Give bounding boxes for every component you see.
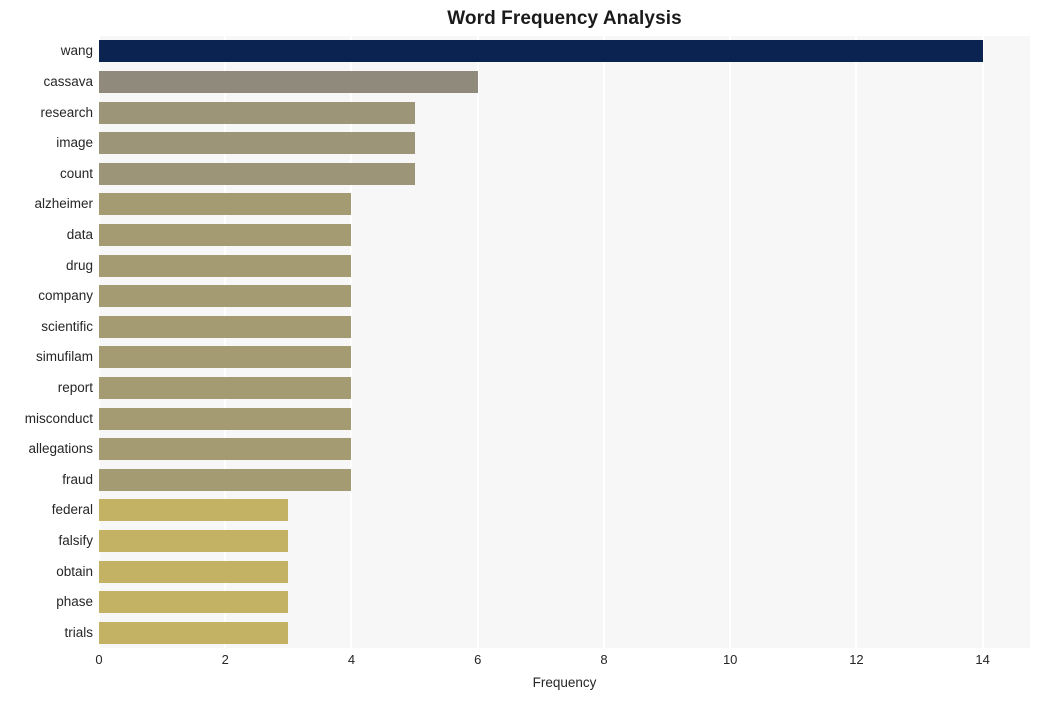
bar-row	[99, 315, 1030, 338]
bar-data	[99, 223, 352, 246]
bar-row	[99, 101, 1030, 124]
y-tick-label-report: report	[57, 379, 93, 395]
bar-fraud	[99, 468, 352, 491]
bar-wang	[99, 40, 983, 63]
bar-row	[99, 407, 1030, 430]
bar-row	[99, 346, 1030, 369]
y-tick-label-data: data	[66, 226, 93, 242]
x-tick-label-0: 0	[95, 652, 103, 667]
x-tick-label-12: 12	[849, 652, 864, 667]
bar-row	[99, 529, 1030, 552]
bar-allegations	[99, 438, 352, 461]
bar-row	[99, 438, 1030, 461]
x-axis: 0 2 4 6 8 10 12 14	[0, 652, 1039, 672]
x-tick-label-4: 4	[347, 652, 356, 667]
y-tick-label-obtain: obtain	[56, 563, 93, 579]
y-tick-label-allegations: allegations	[28, 441, 93, 457]
bar-row	[99, 621, 1030, 644]
bar-federal	[99, 499, 289, 522]
y-axis: wang cassava research image count alzheimer da…	[0, 36, 93, 648]
bar-image	[99, 132, 415, 155]
gridline-x-0	[99, 36, 100, 648]
bar-row	[99, 376, 1030, 399]
plot-area	[99, 36, 1030, 648]
bar-drug	[99, 254, 352, 277]
bar-trials	[99, 621, 289, 644]
bar-company	[99, 285, 352, 308]
bar-report	[99, 376, 352, 399]
bar-count	[99, 162, 415, 185]
y-tick-label-trials: trials	[64, 624, 93, 640]
gridline-x-8	[602, 36, 605, 648]
gridline-x-2	[224, 36, 227, 648]
bar-row	[99, 193, 1030, 216]
y-tick-label-phase: phase	[56, 594, 93, 610]
bar-alzheimer	[99, 193, 352, 216]
y-tick-label-image: image	[56, 135, 93, 151]
chart-figure: Word Frequency Analysis wang cassava resea…	[0, 0, 1039, 701]
x-tick-label-10: 10	[722, 652, 738, 667]
y-tick-label-count: count	[59, 165, 93, 181]
bar-row	[99, 285, 1030, 308]
y-tick-label-company: company	[38, 288, 93, 304]
bar-row	[99, 254, 1030, 277]
y-tick-label-research: research	[40, 104, 93, 120]
y-tick-label-cassava: cassava	[43, 73, 93, 89]
y-tick-label-fraud: fraud	[62, 471, 93, 487]
bar-cassava	[99, 70, 478, 93]
bar-falsify	[99, 529, 289, 552]
x-tick-label-14: 14	[975, 652, 990, 667]
gridline-x-14	[981, 36, 984, 648]
y-tick-label-falsify: falsify	[58, 532, 93, 548]
bar-row	[99, 40, 1030, 63]
y-tick-label-misconduct: misconduct	[24, 410, 93, 426]
bar-scientific	[99, 315, 352, 338]
bar-row	[99, 591, 1030, 614]
y-tick-label-federal: federal	[51, 502, 93, 518]
bar-obtain	[99, 560, 289, 583]
bar-simufilam	[99, 346, 352, 369]
bar-row	[99, 132, 1030, 155]
bar-row	[99, 468, 1030, 491]
gridline-x-10	[729, 36, 732, 648]
bar-row	[99, 223, 1030, 246]
chart-title: Word Frequency Analysis	[447, 8, 682, 29]
gridline-x-12	[855, 36, 858, 648]
y-tick-label-drug: drug	[65, 257, 93, 273]
bar-misconduct	[99, 407, 352, 430]
y-tick-label-alzheimer: alzheimer	[34, 196, 93, 212]
gridline-x-4	[350, 36, 353, 648]
y-tick-label-scientific: scientific	[41, 318, 93, 334]
bar-phase	[99, 591, 289, 614]
bar-row	[99, 560, 1030, 583]
x-tick-label-6: 6	[474, 652, 482, 667]
gridline-x-6	[476, 36, 479, 648]
x-tick-label-8: 8	[600, 652, 608, 667]
bar-row	[99, 499, 1030, 522]
bar-row	[99, 162, 1030, 185]
x-tick-label-2: 2	[221, 652, 229, 667]
y-tick-label-simufilam: simufilam	[35, 349, 93, 365]
bar-row	[99, 70, 1030, 93]
x-axis-title: Frequency	[532, 675, 597, 690]
bar-research	[99, 101, 415, 124]
y-tick-label-wang: wang	[60, 43, 93, 59]
